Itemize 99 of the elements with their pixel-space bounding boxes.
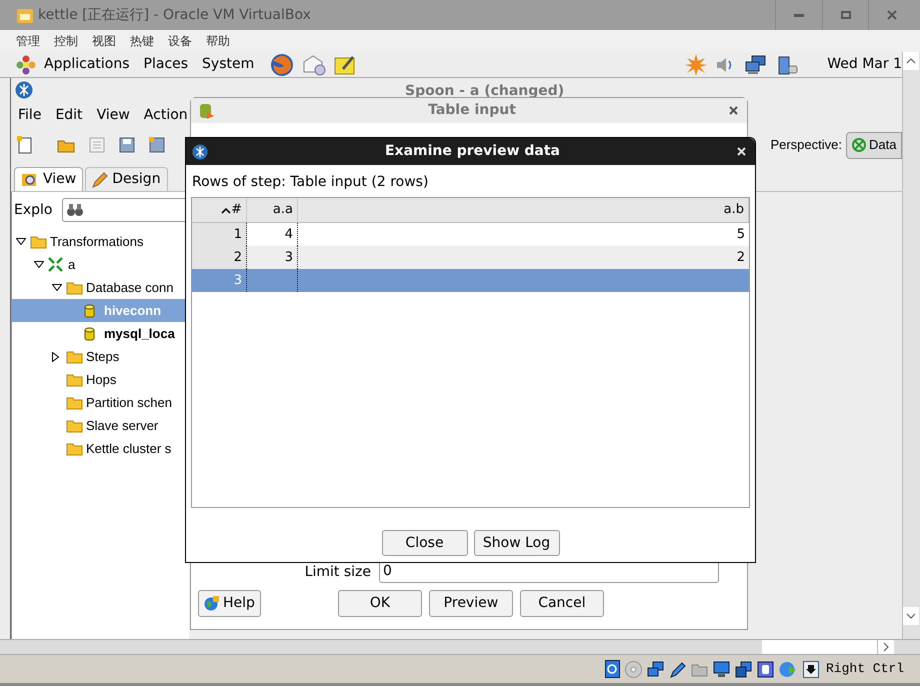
folder-icon [66, 350, 83, 364]
host-key-label: Right Ctrl [826, 660, 904, 678]
folder-icon [66, 418, 83, 432]
folder-icon [30, 234, 47, 248]
tree-item[interactable]: Steps [12, 345, 189, 368]
menu-item[interactable]: 热键 [130, 32, 154, 50]
perspective-button[interactable]: Data [846, 132, 902, 158]
horizontal-scrollbar[interactable] [0, 639, 920, 655]
cylinder-icon [84, 326, 95, 340]
tree-item[interactable]: Kettle cluster s [12, 437, 189, 460]
menu-item[interactable]: System [202, 54, 254, 75]
globe-icon [204, 595, 220, 611]
scrollbar-thumb[interactable] [762, 640, 878, 654]
close-icon[interactable] [729, 106, 738, 115]
tree-item[interactable]: mysql_loca [12, 322, 189, 345]
dialog-button[interactable]: Preview [428, 590, 513, 616]
tab[interactable]: Design [85, 167, 168, 191]
dialog-title: Table input [427, 101, 517, 120]
table-cell-text: 2 [736, 248, 745, 267]
minimize-icon [794, 14, 804, 16]
windows-icon[interactable] [734, 660, 752, 678]
new-file-icon[interactable] [17, 136, 33, 154]
close-icon [886, 10, 896, 20]
dialog-button[interactable]: Close [382, 530, 468, 556]
save-as-icon[interactable] [149, 137, 165, 153]
expanded-icon[interactable] [34, 261, 44, 268]
spoon-logo-icon [15, 81, 33, 99]
notepad-icon[interactable] [334, 54, 356, 76]
chip-icon[interactable] [756, 660, 774, 678]
column-header[interactable]: # [192, 198, 247, 222]
sort-icon[interactable] [221, 206, 232, 214]
download-icon[interactable] [802, 660, 819, 678]
dialog-button[interactable]: Cancel [520, 590, 604, 616]
caption: Rows of step: Table input (2 rows) [192, 173, 430, 192]
menu-item[interactable]: 控制 [54, 32, 78, 50]
app-icon [16, 6, 34, 24]
window-title: kettle [正在运行] - Oracle VM VirtualBox [38, 6, 311, 24]
mail-icon[interactable] [302, 54, 326, 76]
tree-item[interactable]: Database conn [12, 276, 189, 299]
window-title: Spoon - a (changed) [405, 82, 564, 101]
table-cell-text: 2 [234, 248, 242, 267]
cylinder-icon [84, 304, 95, 318]
menu-item[interactable]: 设备 [168, 32, 192, 50]
table-cell-text: 5 [736, 226, 745, 244]
dialog-button[interactable]: OK [338, 590, 422, 616]
maximize-icon [840, 11, 850, 19]
network-icon[interactable] [745, 54, 768, 74]
monitor-icon[interactable] [712, 660, 730, 678]
vertical-scrollbar[interactable] [902, 52, 920, 639]
browser-icon[interactable] [270, 52, 294, 76]
tree-item[interactable]: Partition schen [12, 391, 189, 414]
table-cell-text: 3 [284, 248, 293, 267]
collapsed-icon[interactable] [52, 352, 59, 362]
binoculars-icon [67, 203, 83, 217]
menu-item[interactable]: View [96, 104, 130, 126]
tab[interactable]: View [14, 167, 84, 191]
menu-item[interactable]: Edit [55, 104, 83, 126]
tree-item[interactable]: Hops [12, 368, 189, 391]
expanded-icon[interactable] [16, 238, 26, 245]
tree-item[interactable]: a [12, 253, 189, 276]
menu-item[interactable]: Action [144, 104, 188, 126]
help-button[interactable]: Help [198, 590, 261, 616]
folder-icon [66, 442, 83, 456]
network-icon[interactable] [646, 660, 664, 678]
perspective-label: Perspective: [770, 136, 842, 154]
folder-icon [66, 396, 83, 410]
clock[interactable]: Wed Mar 1 [827, 54, 902, 75]
scroll-right-icon[interactable] [878, 640, 894, 654]
save-icon[interactable] [119, 137, 135, 153]
table-cell-text: 4 [284, 226, 293, 244]
menu-item[interactable]: Places [144, 54, 188, 75]
folder-icon [66, 280, 83, 294]
dialog-title: Examine preview data [384, 142, 562, 161]
magnifier-icon [21, 172, 39, 188]
menu-item[interactable]: Applications [44, 54, 130, 75]
limit-size-label: Limit size [304, 562, 372, 582]
arrows-icon [48, 257, 63, 272]
spoon-logo-icon [192, 144, 208, 160]
scroll-down-icon[interactable] [903, 607, 919, 625]
table-cell-text: 1 [234, 226, 242, 244]
menu-item[interactable]: File [18, 104, 42, 126]
menu-item[interactable]: 视图 [92, 32, 116, 50]
column-header[interactable]: a.b [298, 198, 749, 222]
table-cell-text: 3 [234, 272, 242, 290]
pen-icon[interactable] [668, 660, 686, 678]
table-row[interactable]: 2 3 2 [192, 246, 749, 269]
folder-icon [66, 372, 83, 386]
column-header[interactable]: a.a [247, 198, 298, 222]
tree-item[interactable]: Transformations [12, 230, 189, 253]
database-icon [199, 102, 215, 120]
dialog-button[interactable]: Show Log [474, 530, 560, 556]
pencil-icon [92, 172, 108, 188]
expanded-icon[interactable] [52, 284, 62, 291]
menu-item[interactable]: 帮助 [206, 32, 230, 50]
menu-item[interactable]: 管理 [16, 32, 40, 50]
scroll-up-icon[interactable] [903, 52, 919, 70]
tree-item[interactable]: Slave server [12, 414, 189, 437]
explorer-label: Explo [14, 200, 54, 220]
flower-icon [16, 54, 36, 74]
